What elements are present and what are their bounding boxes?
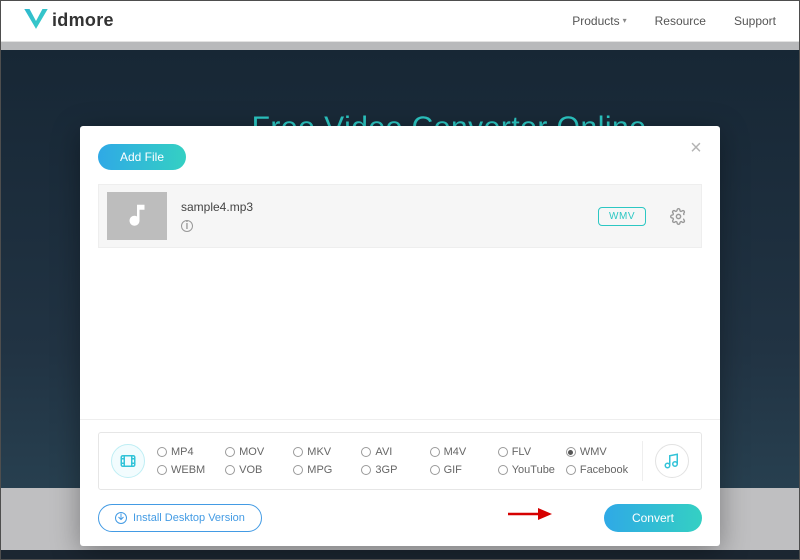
nav-resource[interactable]: Resource <box>655 14 706 28</box>
radio-icon <box>157 465 167 475</box>
radio-icon <box>566 465 576 475</box>
formats-grid: MP4 MOV MKV AVI M4V FLV WMV WEBM VOB MPG 3GP GIF You… <box>157 446 630 476</box>
radio-icon <box>293 465 303 475</box>
format-option-mov[interactable]: MOV <box>225 446 289 458</box>
format-option-youtube[interactable]: YouTube <box>498 464 562 476</box>
format-option-mkv[interactable]: MKV <box>293 446 357 458</box>
brand-name: idmore <box>52 10 114 31</box>
audio-type-icon[interactable] <box>655 444 689 478</box>
format-option-mp4[interactable]: MP4 <box>157 446 221 458</box>
video-type-icon[interactable] <box>111 444 145 478</box>
radio-icon <box>498 465 508 475</box>
format-option-m4v[interactable]: M4V <box>430 446 494 458</box>
radio-icon <box>225 465 235 475</box>
radio-icon <box>361 465 371 475</box>
radio-icon <box>430 465 440 475</box>
logo-mark-icon <box>24 9 48 33</box>
radio-icon <box>293 447 303 457</box>
audio-thumbnail-icon <box>107 192 167 240</box>
format-option-gif[interactable]: GIF <box>430 464 494 476</box>
add-file-button[interactable]: Add File <box>98 144 186 170</box>
format-option-wmv[interactable]: WMV <box>566 446 630 458</box>
format-badge[interactable]: WMV <box>598 207 646 226</box>
radio-icon <box>430 447 440 457</box>
nav-products[interactable]: Products▾ <box>572 14 626 28</box>
format-panel: MP4 MOV MKV AVI M4V FLV WMV WEBM VOB MPG 3GP GIF You… <box>80 419 720 546</box>
radio-icon <box>566 447 576 457</box>
brand-logo[interactable]: idmore <box>24 9 114 33</box>
format-option-facebook[interactable]: Facebook <box>566 464 630 476</box>
convert-button[interactable]: Convert <box>604 504 702 532</box>
radio-icon <box>225 447 235 457</box>
chevron-down-icon: ▾ <box>623 16 627 25</box>
close-icon[interactable]: × <box>686 138 706 158</box>
radio-icon <box>498 447 508 457</box>
install-desktop-button[interactable]: Install Desktop Version <box>98 504 262 532</box>
format-option-3gp[interactable]: 3GP <box>361 464 425 476</box>
top-nav-bar: idmore Products▾ Resource Support <box>0 0 800 42</box>
converter-modal: × Add File sample4.mp3 i WMV MP4 MOV MKV AV… <box>80 126 720 546</box>
format-option-flv[interactable]: FLV <box>498 446 562 458</box>
gear-icon[interactable] <box>670 208 687 225</box>
format-option-webm[interactable]: WEBM <box>157 464 221 476</box>
format-option-vob[interactable]: VOB <box>225 464 289 476</box>
nav-support[interactable]: Support <box>734 14 776 28</box>
download-icon <box>115 512 127 524</box>
file-name: sample4.mp3 <box>181 200 253 214</box>
file-row: sample4.mp3 i WMV <box>98 184 702 248</box>
radio-icon <box>157 447 167 457</box>
info-icon[interactable]: i <box>181 220 193 232</box>
radio-icon <box>361 447 371 457</box>
divider <box>0 42 800 50</box>
format-option-mpg[interactable]: MPG <box>293 464 357 476</box>
format-option-avi[interactable]: AVI <box>361 446 425 458</box>
